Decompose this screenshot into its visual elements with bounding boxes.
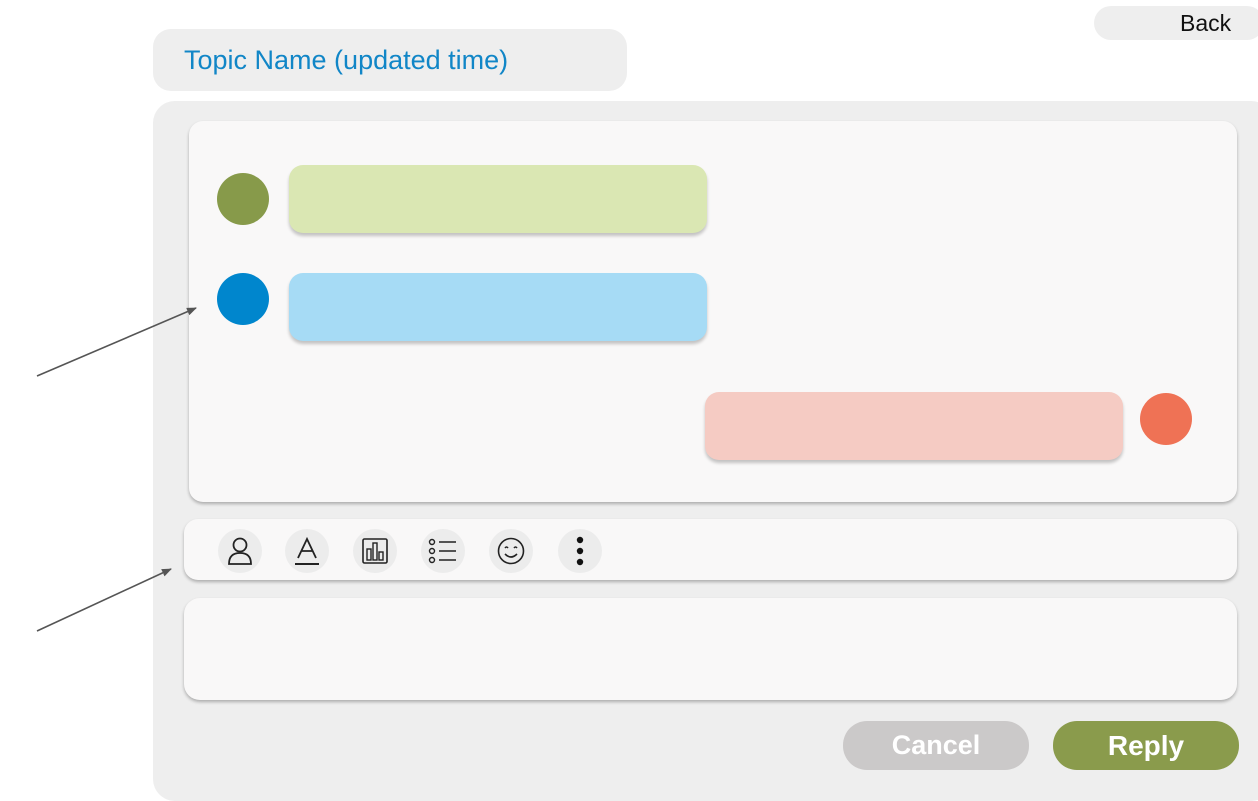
message-bubble xyxy=(705,392,1123,460)
emoji-button[interactable] xyxy=(489,529,533,573)
smiley-icon xyxy=(496,536,526,566)
annotation-arrow xyxy=(36,568,172,632)
bulleted-list-icon xyxy=(428,537,458,565)
conversation-area xyxy=(189,121,1237,502)
back-button[interactable]: Back xyxy=(1094,6,1258,40)
list-button[interactable] xyxy=(421,529,465,573)
chart-button[interactable] xyxy=(353,529,397,573)
more-button[interactable] xyxy=(558,529,602,573)
page-title: Topic Name (updated time) xyxy=(153,29,627,91)
formatting-toolbar xyxy=(184,519,1237,580)
reply-input[interactable] xyxy=(184,598,1237,700)
reply-button[interactable]: Reply xyxy=(1053,721,1239,770)
message-bubble xyxy=(289,273,707,341)
text-format-icon xyxy=(294,536,320,566)
person-icon xyxy=(227,536,253,566)
more-vertical-icon xyxy=(575,536,585,566)
text-format-button[interactable] xyxy=(285,529,329,573)
avatar xyxy=(217,273,269,325)
cancel-button[interactable]: Cancel xyxy=(843,721,1029,770)
mention-button[interactable] xyxy=(218,529,262,573)
avatar xyxy=(217,173,269,225)
avatar xyxy=(1140,393,1192,445)
bar-chart-icon xyxy=(361,537,389,565)
message-bubble xyxy=(289,165,707,233)
